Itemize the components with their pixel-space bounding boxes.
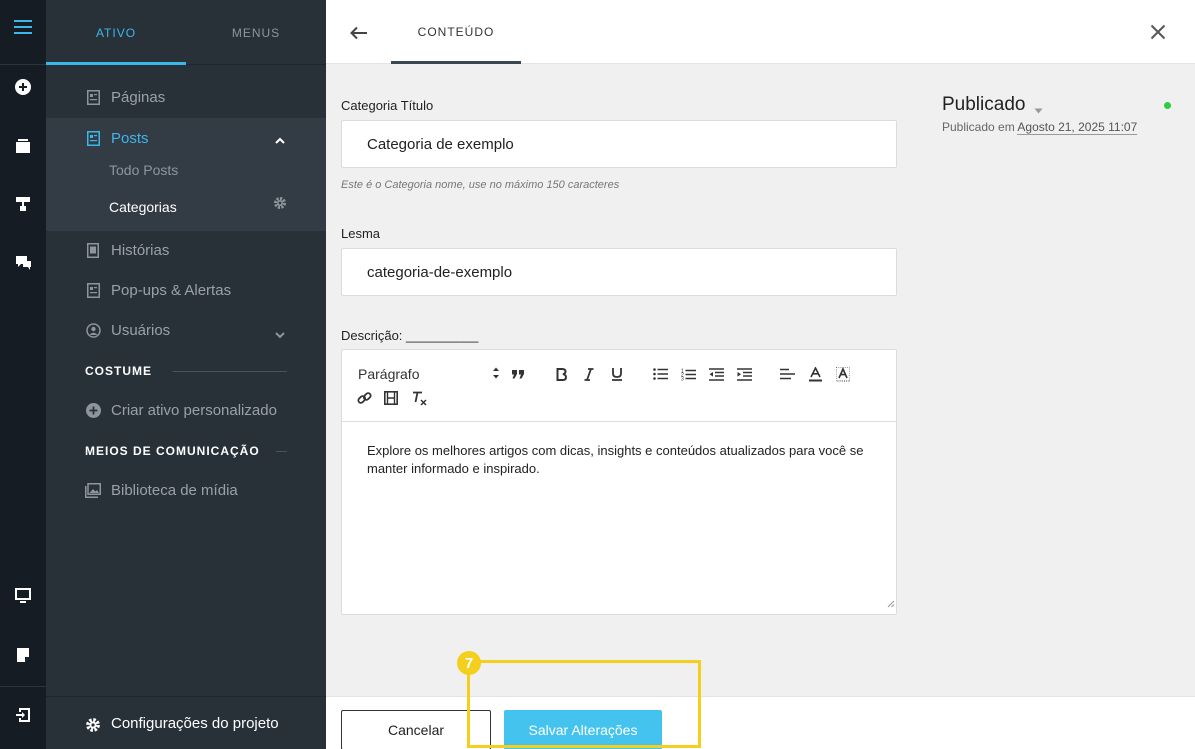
sidebar-item-label: Páginas: [111, 88, 166, 106]
sidebar-item-label: Histórias: [111, 241, 170, 259]
tab-ativo[interactable]: ATIVO: [46, 0, 186, 65]
sidebar-item-usuarios[interactable]: Usuários: [46, 310, 326, 350]
post-icon: [85, 130, 101, 146]
sidebar-item-posts[interactable]: Posts: [46, 118, 326, 158]
section-divider: [276, 451, 287, 452]
publish-status-dropdown[interactable]: Publicado: [942, 94, 1025, 116]
sidebar-item-historias[interactable]: Histórias: [46, 230, 326, 270]
indent-icon[interactable]: [733, 363, 755, 385]
tab-menus[interactable]: MENUS: [186, 0, 326, 65]
desktop-preview-icon[interactable]: [0, 578, 46, 614]
note-icon[interactable]: [0, 637, 46, 673]
active-tab-indicator: [46, 62, 186, 65]
published-date[interactable]: Agosto 21, 2025 11:07: [1017, 120, 1138, 135]
text-color-icon[interactable]: [804, 363, 826, 385]
project-settings-label: Configurações do projeto: [111, 714, 279, 732]
save-changes-button[interactable]: Salvar Alterações: [504, 710, 662, 749]
category-title-label: Categoria Título: [341, 98, 434, 113]
background-color-icon[interactable]: [832, 363, 854, 385]
project-settings[interactable]: Configurações do projeto: [46, 696, 326, 749]
italic-icon[interactable]: [578, 363, 600, 385]
paint-roller-icon[interactable]: [0, 186, 46, 222]
quote-icon[interactable]: [507, 363, 529, 385]
step-number-badge: 7: [457, 651, 481, 675]
sidebar-item-label: Usuários: [111, 321, 171, 339]
clear-formatting-icon[interactable]: [409, 387, 431, 409]
action-bar: Cancelar Salvar Alterações: [326, 696, 1195, 749]
close-icon[interactable]: [1146, 20, 1170, 44]
page-icon: [85, 89, 101, 105]
category-title-hint: Este é o Categoria nome, use no máximo 1…: [341, 179, 620, 191]
video-icon[interactable]: [380, 387, 402, 409]
sidebar-item-label: Criar ativo personalizado: [111, 401, 277, 419]
rail-divider: [0, 64, 46, 65]
icon-rail: [0, 0, 46, 749]
category-title-input[interactable]: [341, 120, 897, 168]
description-editor: Parágrafo 123 Explore os melhores artigo…: [341, 349, 897, 615]
user-icon: [85, 322, 101, 338]
exit-icon[interactable]: [0, 697, 46, 733]
media-library-icon: [85, 482, 101, 498]
slug-label: Lesma: [341, 226, 381, 241]
sidebar-item-paginas[interactable]: Páginas: [46, 77, 326, 117]
status-indicator-dot: [1164, 102, 1171, 109]
sidebar: ATIVO MENUS Páginas Posts Todo Posts Cat…: [46, 0, 326, 749]
menu-icon[interactable]: [0, 9, 46, 45]
published-info: Publicado em Agosto 21, 2025 11:07: [942, 120, 1138, 135]
resize-grip-icon[interactable]: [887, 595, 895, 613]
updown-caret-icon: [492, 366, 500, 383]
cancel-button[interactable]: Cancelar: [341, 710, 491, 749]
link-icon[interactable]: [353, 387, 375, 409]
gear-icon[interactable]: [273, 196, 287, 215]
add-circle-icon[interactable]: [0, 69, 46, 105]
section-divider: [173, 371, 287, 372]
sidebar-item-biblioteca[interactable]: Biblioteca de mídia: [46, 470, 326, 510]
story-icon: [85, 242, 101, 258]
caret-down-icon[interactable]: [1034, 101, 1043, 119]
sidebar-item-label: Biblioteca de mídia: [111, 481, 238, 499]
section-heading-meios: MEIOS DE COMUNICAÇÃO: [85, 444, 260, 458]
tab-conteudo[interactable]: CONTEÚDO: [391, 0, 521, 64]
gear-icon: [85, 717, 101, 738]
pages-stack-icon[interactable]: [0, 128, 46, 164]
active-tab-indicator: [391, 61, 521, 64]
chevron-down-icon[interactable]: [275, 326, 285, 343]
bullet-list-icon[interactable]: [649, 363, 671, 385]
popup-icon: [85, 282, 101, 298]
back-arrow-icon[interactable]: [346, 20, 372, 46]
rail-divider: [0, 686, 46, 687]
chevron-up-icon[interactable]: [275, 132, 285, 149]
paragraph-format-value: Parágrafo: [358, 366, 420, 382]
description-text[interactable]: Explore os melhores artigos com dicas, i…: [367, 442, 867, 478]
sidebar-subitem-categorias[interactable]: Categorias: [109, 199, 177, 215]
posts-expanded-group: Posts Todo Posts Categorias: [46, 118, 326, 231]
top-bar: CONTEÚDO: [326, 0, 1195, 64]
sidebar-item-popups[interactable]: Pop-ups & Alertas: [46, 270, 326, 310]
sidebar-tabs: ATIVO MENUS: [46, 0, 326, 65]
description-label: Descrição: __________: [341, 328, 479, 343]
section-heading-costume: COSTUME: [85, 364, 152, 378]
content-panel: CONTEÚDO Categoria Título Este é o Categ…: [326, 0, 1195, 749]
published-prefix: Publicado em: [942, 120, 1015, 134]
sidebar-subitem-todo-posts[interactable]: Todo Posts: [109, 162, 178, 178]
editor-toolbar: Parágrafo 123: [342, 350, 896, 422]
outdent-icon[interactable]: [705, 363, 727, 385]
sidebar-item-criar-ativo[interactable]: Criar ativo personalizado: [46, 390, 326, 430]
numbered-list-icon[interactable]: 123: [677, 363, 699, 385]
align-left-icon[interactable]: [776, 363, 798, 385]
bold-icon[interactable]: [550, 363, 572, 385]
slug-input[interactable]: [341, 248, 897, 296]
sidebar-item-label: Pop-ups & Alertas: [111, 281, 232, 299]
sidebar-item-label: Posts: [111, 129, 149, 147]
underline-icon[interactable]: [606, 363, 628, 385]
paragraph-format-select[interactable]: Parágrafo: [358, 363, 500, 385]
add-circle-icon: [85, 402, 101, 418]
chat-icon[interactable]: [0, 245, 46, 281]
svg-text:3: 3: [681, 376, 684, 381]
